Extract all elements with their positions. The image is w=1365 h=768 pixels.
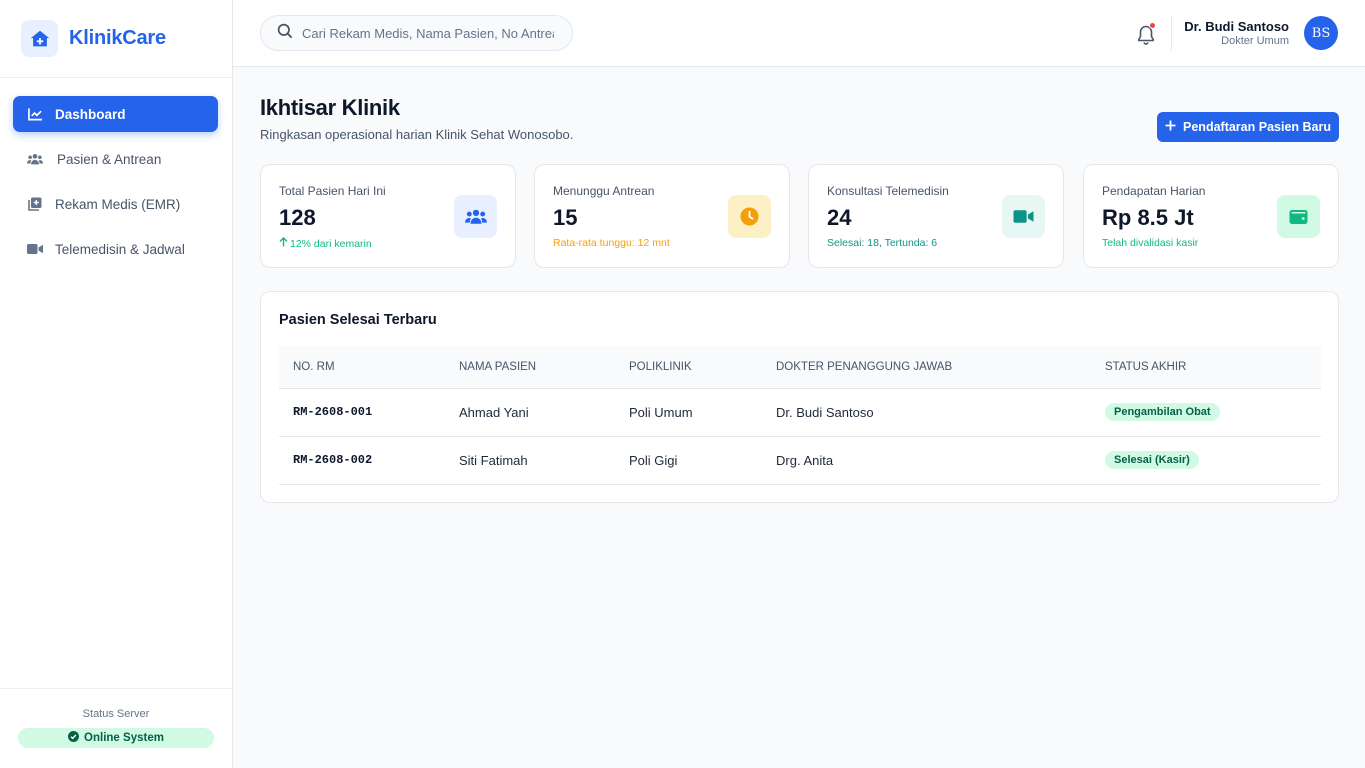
cell-poli: Poli Umum [615,388,762,437]
page-subtitle: Ringkasan operasional harian Klinik Seha… [260,127,574,142]
column-header: NAMA PASIEN [445,346,615,389]
cell-status: Selesai (Kasir) [1091,436,1321,485]
sidebar-item-telemedisin[interactable]: Telemedisin & Jadwal [13,231,218,267]
card-label: Menunggu Antrean [553,184,655,198]
column-header: STATUS AKHIR [1091,346,1321,389]
card-value: Rp 8.5 Jt [1102,205,1194,230]
sidebar-item-dashboard[interactable]: Dashboard [13,96,218,132]
cell-rm: RM-2608-001 [279,388,445,437]
server-status-label: Status Server [82,708,150,720]
cell-status: Pengambilan Obat [1091,388,1321,437]
sidebar-item-rekam-medis[interactable]: Rekam Medis (EMR) [13,186,218,222]
cell-name: Ahmad Yani [445,388,615,437]
sidebar-item-label: Pasien & Antrean [57,151,162,167]
table-row[interactable]: RM-2608-001 Ahmad Yani Poli Umum Dr. Bud… [279,388,1321,437]
card-sub: Telah divalidasi kasir [1102,237,1199,249]
stat-card-waiting-queue[interactable]: Menunggu Antrean 15 Rata-rata tunggu: 12… [534,164,790,268]
search-input[interactable] [302,25,554,41]
cell-doctor: Dr. Budi Santoso [762,388,1091,437]
cell-poli: Poli Gigi [615,436,762,485]
card-label: Pendapatan Harian [1102,184,1206,198]
card-label: Total Pasien Hari Ini [279,184,386,198]
panel-title: Pasien Selesai Terbaru [279,312,437,328]
recent-patients-table: NO. RM NAMA PASIEN POLIKLINIK DOKTER PEN… [279,346,1321,485]
video-icon [27,241,43,257]
medical-record-icon [27,196,43,212]
users-icon [27,151,43,167]
notification-bell[interactable] [1135,22,1157,46]
sidebar-item-label: Rekam Medis (EMR) [55,196,181,212]
table-header-row: NO. RM NAMA PASIEN POLIKLINIK DOKTER PEN… [279,346,1321,389]
sidebar-item-label: Dashboard [55,106,126,122]
sidebar-item-label: Telemedisin & Jadwal [55,241,185,257]
card-sub: Selesai: 18, Tertunda: 6 [827,237,938,249]
sidebar-item-pasien-antrean[interactable]: Pasien & Antrean [13,141,218,177]
server-status-text: Online System [84,732,164,744]
wallet-icon [1277,195,1320,238]
stat-cards: Total Pasien Hari Ini 128 12% dari kemar… [260,164,1339,268]
cell-rm: RM-2608-002 [279,436,445,485]
card-value: 15 [553,205,578,230]
topbar-divider [1171,16,1172,51]
sidebar-nav: Dashboard Pasien & Antrean Rekam Medis (… [0,78,232,267]
column-header: NO. RM [279,346,445,389]
server-status: Status Server Online System [0,688,232,768]
stat-card-daily-revenue[interactable]: Pendapatan Harian Rp 8.5 Jt Telah divali… [1083,164,1339,268]
check-circle-icon [68,731,80,745]
column-header: DOKTER PENANGGUNG JAWAB [762,346,1091,389]
search-icon [277,23,293,44]
table-row[interactable]: RM-2608-002 Siti Fatimah Poli Gigi Drg. … [279,436,1321,485]
column-header: POLIKLINIK [615,346,762,389]
stat-card-total-patients[interactable]: Total Pasien Hari Ini 128 12% dari kemar… [260,164,516,268]
users-icon [454,195,497,238]
server-status-badge: Online System [18,728,214,748]
search-bar[interactable] [260,15,573,51]
recent-patients-panel: Pasien Selesai Terbaru NO. RM NAMA PASIE… [260,291,1339,503]
status-badge: Pengambilan Obat [1105,403,1220,421]
new-patient-registration-button[interactable]: Pendaftaran Pasien Baru [1157,112,1339,142]
clock-icon [728,195,771,238]
cell-name: Siti Fatimah [445,436,615,485]
clinic-house-icon [21,20,58,57]
status-badge: Selesai (Kasir) [1105,451,1199,469]
card-value: 128 [279,205,316,230]
cell-doctor: Drg. Anita [762,436,1091,485]
arrow-up-icon [279,237,288,250]
user-info[interactable]: Dr. Budi Santoso Dokter Umum [1184,19,1289,47]
plus-icon [1165,120,1176,134]
card-label: Konsultasi Telemedisin [827,184,949,198]
notification-dot [1149,22,1156,29]
brand-name: KlinikCare [69,27,166,49]
topbar: Dr. Budi Santoso Dokter Umum BS [233,0,1365,67]
card-sub: Rata-rata tunggu: 12 mnt [553,237,670,249]
card-value: 24 [827,205,852,230]
sidebar: KlinikCare Dashboard Pasien & Antrean Re… [0,0,233,768]
video-icon [1002,195,1045,238]
brand[interactable]: KlinikCare [0,0,232,78]
avatar[interactable]: BS [1304,16,1338,50]
chart-line-icon [27,106,43,122]
stat-card-telemedicine[interactable]: Konsultasi Telemedisin 24 Selesai: 18, T… [808,164,1064,268]
button-label: Pendaftaran Pasien Baru [1183,120,1331,134]
card-sub-text: 12% dari kemarin [290,237,372,250]
card-sub: 12% dari kemarin [279,237,372,250]
user-name: Dr. Budi Santoso [1184,19,1289,34]
user-role: Dokter Umum [1221,35,1289,47]
page-title: Ikhtisar Klinik [260,95,400,120]
